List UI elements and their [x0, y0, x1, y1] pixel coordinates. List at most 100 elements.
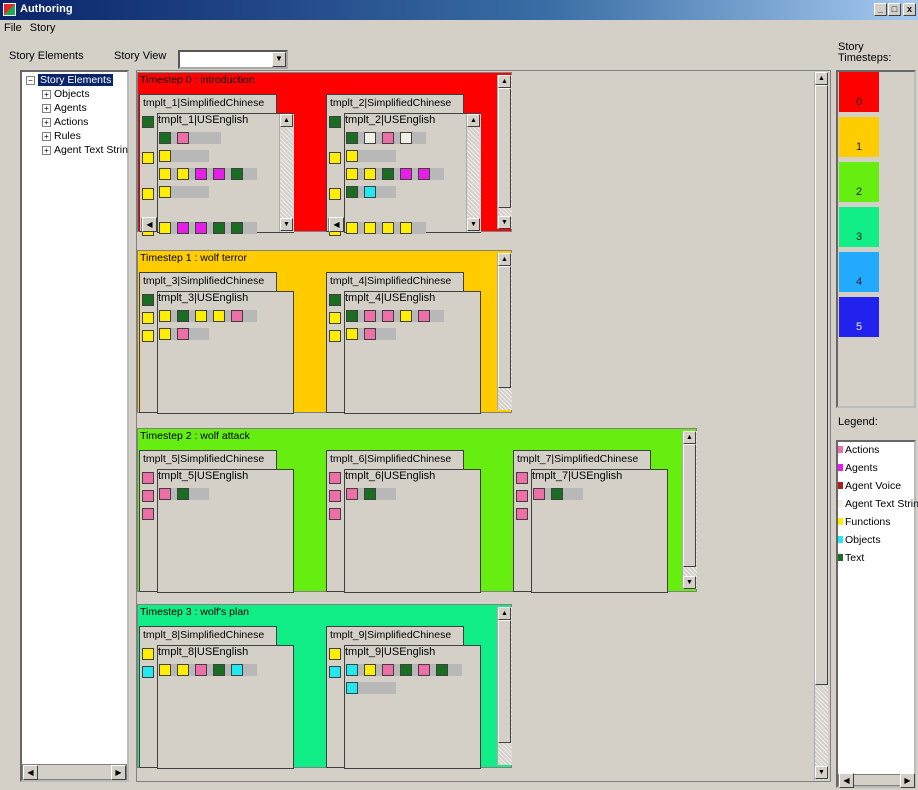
functions-element[interactable] [329, 188, 341, 200]
collapse-icon[interactable]: − [26, 76, 35, 85]
timestep-vscrollbar[interactable]: ▲ ▼ [682, 431, 697, 589]
tree-item-agent-text[interactable]: Agent Text Strin [54, 144, 128, 156]
scroll-up-icon[interactable]: ▲ [467, 114, 480, 127]
scroll-up-icon[interactable]: ▲ [498, 607, 511, 620]
functions-element[interactable] [400, 310, 412, 322]
template-inner-panel[interactable]: tmplt_1|USEnglish ▲ ▼ [157, 113, 294, 234]
text-element[interactable] [142, 294, 154, 306]
text-element[interactable] [142, 116, 154, 128]
functions-element[interactable] [329, 152, 341, 164]
functions-element[interactable] [364, 664, 376, 676]
functions-element[interactable] [159, 186, 171, 198]
scroll-right-icon[interactable]: ▶ [111, 765, 126, 780]
timestep-vscrollbar[interactable]: ▲ ▼ [497, 75, 512, 229]
actions-element[interactable] [382, 132, 394, 144]
actions-element[interactable] [382, 664, 394, 676]
text-element[interactable] [159, 132, 171, 144]
functions-element[interactable] [159, 664, 171, 676]
objects-element[interactable] [346, 682, 358, 694]
timestep-selector[interactable]: 2 [839, 162, 879, 202]
functions-element[interactable] [142, 330, 154, 342]
actions-element[interactable] [418, 664, 430, 676]
text-element[interactable] [364, 488, 376, 500]
functions-element[interactable] [177, 664, 189, 676]
scroll-up-icon[interactable]: ▲ [498, 75, 511, 88]
objects-element[interactable] [364, 186, 376, 198]
scroll-down-icon[interactable]: ▼ [815, 766, 828, 779]
timestep-selector[interactable]: 4 [839, 252, 879, 292]
functions-element[interactable] [195, 310, 207, 322]
objects-element[interactable] [346, 664, 358, 676]
timestep-panel[interactable]: Timestep 3 : wolf's plan ▲ tmplt_8|Simplif… [137, 604, 512, 769]
timestep-selector[interactable]: 5 [839, 297, 879, 337]
actions-element[interactable] [195, 664, 207, 676]
scroll-thumb[interactable] [498, 266, 511, 388]
functions-element[interactable] [177, 168, 189, 180]
text-element[interactable] [382, 168, 394, 180]
scroll-thumb[interactable] [498, 88, 511, 208]
timestep-vscrollbar[interactable]: ▲ [497, 253, 512, 410]
functions-element[interactable] [329, 312, 341, 324]
scroll-left-icon[interactable]: ◀ [142, 217, 157, 232]
objects-element[interactable] [329, 666, 341, 678]
maximize-button[interactable]: □ [888, 3, 901, 16]
scroll-down-icon[interactable]: ▼ [280, 218, 293, 231]
functions-element[interactable] [364, 168, 376, 180]
text-element[interactable] [231, 222, 243, 234]
scroll-up-icon[interactable]: ▲ [815, 72, 828, 85]
text-element[interactable] [213, 222, 225, 234]
tree-item-objects[interactable]: Objects [54, 88, 90, 100]
agents-element[interactable] [195, 222, 207, 234]
expand-icon[interactable]: + [42, 104, 51, 113]
functions-element[interactable] [159, 168, 171, 180]
actions-element[interactable] [177, 328, 189, 340]
actions-element[interactable] [142, 472, 154, 484]
timestep-selector[interactable]: 0 [839, 72, 879, 112]
agents-element[interactable] [177, 222, 189, 234]
actions-element[interactable] [142, 490, 154, 502]
scroll-left-icon[interactable]: ◀ [23, 765, 38, 780]
actions-element[interactable] [516, 472, 528, 484]
scroll-thumb[interactable] [683, 444, 696, 567]
actions-element[interactable] [364, 310, 376, 322]
template-inner-panel[interactable]: tmplt_6|USEnglish [344, 469, 481, 593]
functions-element[interactable] [159, 150, 171, 162]
story-view-combo[interactable]: ▼ [178, 50, 288, 69]
functions-element[interactable] [142, 312, 154, 324]
functions-element[interactable] [400, 222, 412, 234]
scroll-up-icon[interactable]: ▲ [498, 253, 511, 266]
canvas-vscrollbar[interactable]: ▲ ▼ [814, 72, 828, 780]
functions-element[interactable] [364, 222, 376, 234]
scroll-thumb[interactable] [498, 620, 511, 743]
functions-element[interactable] [346, 150, 358, 162]
scroll-left-icon[interactable]: ◀ [329, 217, 344, 232]
actions-element[interactable] [346, 488, 358, 500]
functions-element[interactable] [329, 648, 341, 660]
scroll-down-icon[interactable]: ▼ [467, 218, 480, 231]
scroll-left-icon[interactable]: ◀ [839, 773, 854, 788]
functions-element[interactable] [159, 310, 171, 322]
template-vscrollbar[interactable]: ▲ ▼ [279, 114, 294, 232]
actions-element[interactable] [329, 472, 341, 484]
agent-text-element[interactable] [400, 132, 412, 144]
agents-element[interactable] [195, 168, 207, 180]
functions-element[interactable] [346, 328, 358, 340]
template-inner-panel[interactable]: tmplt_3|USEnglish [157, 291, 294, 414]
template-inner-panel[interactable]: tmplt_2|USEnglish ▲ ▼ [344, 113, 481, 234]
functions-element[interactable] [159, 222, 171, 234]
text-element[interactable] [346, 186, 358, 198]
agents-element[interactable] [400, 168, 412, 180]
actions-element[interactable] [418, 310, 430, 322]
timestep-vscrollbar[interactable]: ▲ [497, 607, 512, 765]
minimize-button[interactable]: _ [874, 3, 887, 16]
text-element[interactable] [329, 294, 341, 306]
tree-root[interactable]: Story Elements [38, 74, 114, 86]
timestep-panel[interactable]: Timestep 1 : wolf terror ▲ tmplt_3|Simplif… [137, 250, 512, 414]
timestep-selector[interactable]: 1 [839, 117, 879, 157]
objects-element[interactable] [142, 666, 154, 678]
tree-item-actions[interactable]: Actions [54, 116, 88, 128]
text-element[interactable] [177, 310, 189, 322]
scroll-up-icon[interactable]: ▲ [683, 431, 696, 444]
functions-element[interactable] [346, 222, 358, 234]
actions-element[interactable] [516, 490, 528, 502]
